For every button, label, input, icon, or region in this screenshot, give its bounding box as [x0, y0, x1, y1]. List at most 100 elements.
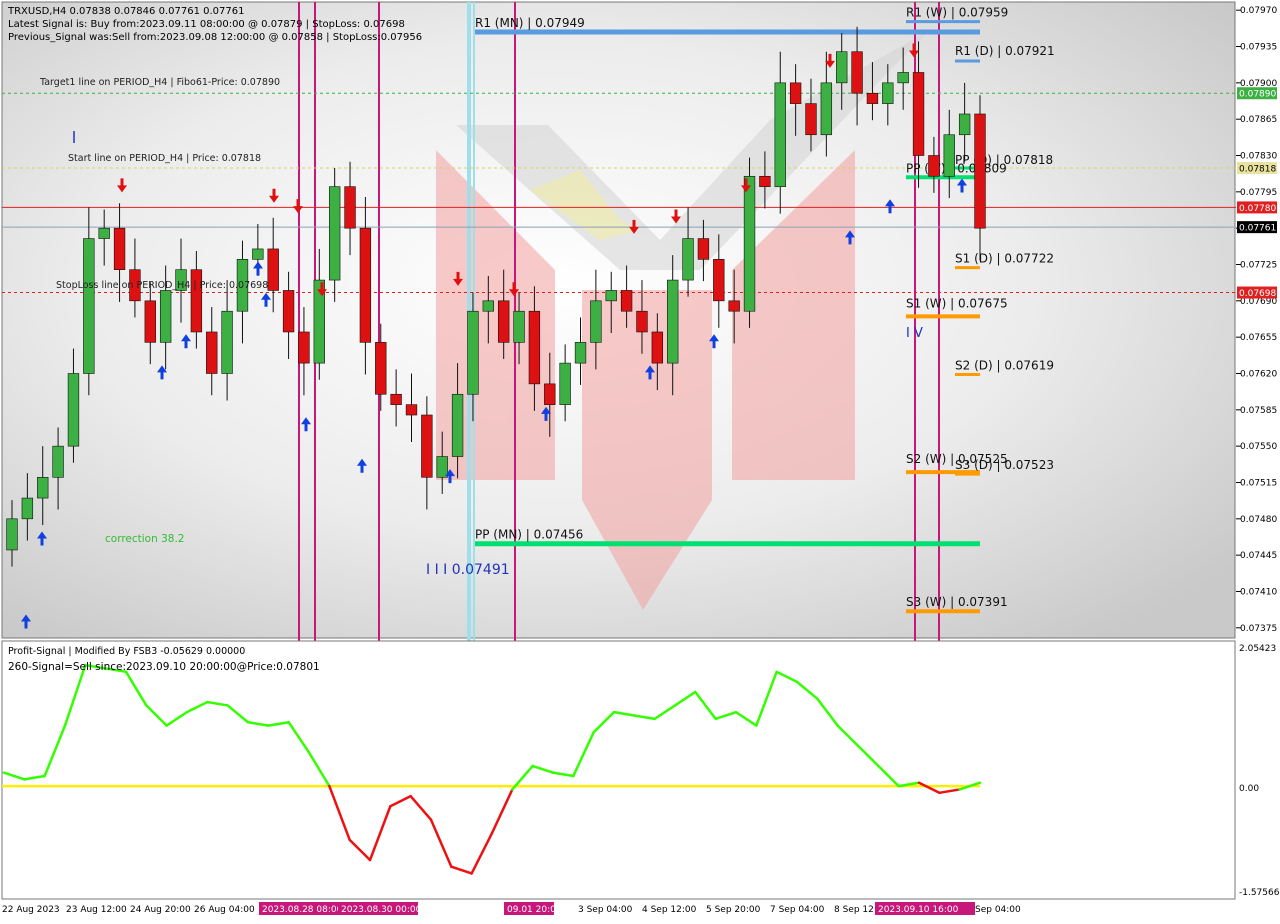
trading-chart[interactable]: R1 (MN) | 0.07949 R1 (W) | 0.07959 R1 (D) …: [0, 0, 1280, 920]
candle-body: [221, 310, 233, 374]
time-axis: 22 Aug 2023 23 Aug 12:00 24 Aug 20:00 26 Au…: [2, 902, 1021, 915]
previous-signal-text: Previous_Signal was:Sell from:2023.09.08…: [8, 32, 422, 43]
price-tag-label: 0.07890: [1239, 90, 1276, 100]
pivot-label: R1 (W) | 0.07959: [906, 6, 1008, 20]
time-tick-label: Sep 04:00: [975, 905, 1021, 915]
pivot-label: S2 (D) | 0.07619: [955, 359, 1054, 373]
pivot-label: PP (MN) | 0.07456: [475, 528, 583, 542]
candle-body: [544, 383, 556, 405]
price-tick-label: 0.07655: [1240, 333, 1277, 343]
candle-body: [574, 342, 587, 364]
candle-body: [559, 362, 571, 405]
candle-body: [159, 290, 172, 343]
indicator-tick-top: 2.05423: [1239, 644, 1276, 654]
candle-body: [83, 238, 95, 374]
candle-body: [67, 373, 80, 447]
candle-body: [866, 92, 879, 104]
candle-body: [928, 155, 940, 177]
date-mark-label: 2023.08.28 08:00: [262, 905, 343, 915]
candle-body: [21, 497, 34, 520]
price-tick-label: 0.07935: [1240, 43, 1277, 53]
time-tick-label: 23 Aug 12:00: [66, 905, 127, 915]
candle-body: [774, 82, 786, 187]
candle-body: [789, 82, 802, 104]
candle-body: [620, 290, 633, 312]
candle-body: [636, 310, 648, 333]
candle-body: [206, 331, 218, 374]
candle-body: [344, 186, 356, 229]
candle-body: [697, 238, 710, 260]
candle-body: [52, 445, 64, 478]
correction-label: correction 38.2: [105, 533, 184, 545]
candle-body: [436, 456, 448, 478]
pivot-label: R1 (MN) | 0.07949: [475, 16, 585, 30]
candle-body: [513, 310, 525, 343]
candle-body: [37, 476, 49, 499]
candle-body: [421, 414, 433, 478]
candle-body: [328, 186, 341, 281]
date-mark-label: 2023.08.30 00:00: [341, 905, 422, 915]
wave-small-label: I V: [906, 326, 923, 341]
candle-body: [98, 227, 110, 239]
symbol-info: TRXUSD,H4 0.07838 0.07846 0.07761 0.0776…: [7, 6, 244, 17]
candle-body: [498, 300, 510, 343]
candle-body: [805, 103, 817, 136]
time-tick-label: 7 Sep 04:00: [770, 905, 825, 915]
candle-body: [836, 51, 848, 84]
time-tick-label: 4 Sep 12:00: [642, 905, 697, 915]
candle-body: [943, 134, 955, 177]
price-tick-label: 0.07620: [1240, 369, 1277, 379]
candle-body: [759, 175, 771, 187]
candle-body: [482, 300, 494, 312]
start-line-label: Start line on PERIOD_H4 | Price: 0.07818: [68, 153, 261, 164]
candle-body: [144, 300, 156, 343]
candle-body: [267, 248, 279, 291]
candle-body: [375, 342, 387, 395]
candle-body: [359, 227, 372, 343]
candle-body: [897, 72, 909, 84]
candle-body: [820, 82, 833, 136]
candle-body: [282, 290, 295, 333]
price-tag-label: 0.07698: [1239, 289, 1276, 299]
price-axis[interactable]: [1236, 0, 1280, 920]
time-tick-label: 22 Aug 2023: [2, 905, 60, 915]
candle-body: [682, 238, 694, 281]
candle-body: [743, 175, 756, 312]
candle-body: [405, 404, 418, 416]
candle-body: [667, 279, 679, 364]
candle-body: [298, 331, 310, 364]
candle-body: [958, 113, 971, 136]
price-tag-label: 0.07818: [1239, 164, 1276, 174]
price-tick-label: 0.07550: [1240, 442, 1277, 452]
indicator-tick-zero: 0.00: [1239, 784, 1259, 794]
price-tick-label: 0.07830: [1240, 152, 1277, 162]
time-tick-label: 8 Sep 12:: [834, 905, 877, 915]
pivot-label: S3 (D) | 0.07523: [955, 458, 1054, 472]
latest-signal-text: Latest Signal is: Buy from:2023.09.11 08…: [8, 19, 405, 30]
date-mark-label: 09.01 20:00: [507, 905, 562, 915]
pivot-label: R1 (D) | 0.07921: [955, 44, 1055, 58]
candle-body: [728, 300, 740, 312]
candle-body: [590, 300, 602, 343]
candle-body: [451, 393, 464, 457]
price-tag-label: 0.07761: [1239, 224, 1276, 234]
candle-body: [390, 393, 402, 405]
price-tick-label: 0.07515: [1240, 478, 1277, 488]
candle-body: [528, 310, 541, 385]
candle-body: [974, 113, 986, 229]
price-tick-label: 0.07445: [1240, 551, 1277, 561]
pivot-label: S3 (W) | 0.07391: [906, 595, 1008, 609]
target1-label: Target1 line on PERIOD_H4 | Fibo61-Price…: [39, 77, 280, 88]
candle-body: [651, 331, 664, 364]
candle-body: [113, 227, 126, 270]
price-tick-label: 0.07480: [1240, 515, 1277, 525]
price-tick-label: 0.07410: [1240, 587, 1277, 597]
wave-label: I I I 0.07491: [426, 562, 510, 578]
indicator-signal-text: 260-Signal=Sell since:2023.09.10 20:00:0…: [8, 661, 320, 673]
indicator-pane[interactable]: [1, 640, 1236, 900]
candle-body: [252, 248, 264, 260]
price-tick-label: 0.07375: [1240, 624, 1277, 634]
price-tick-label: 0.07585: [1240, 406, 1277, 416]
chart-svg[interactable]: R1 (MN) | 0.07949 R1 (W) | 0.07959 R1 (D) …: [0, 0, 1280, 920]
pivot-label: S1 (W) | 0.07675: [906, 296, 1008, 310]
